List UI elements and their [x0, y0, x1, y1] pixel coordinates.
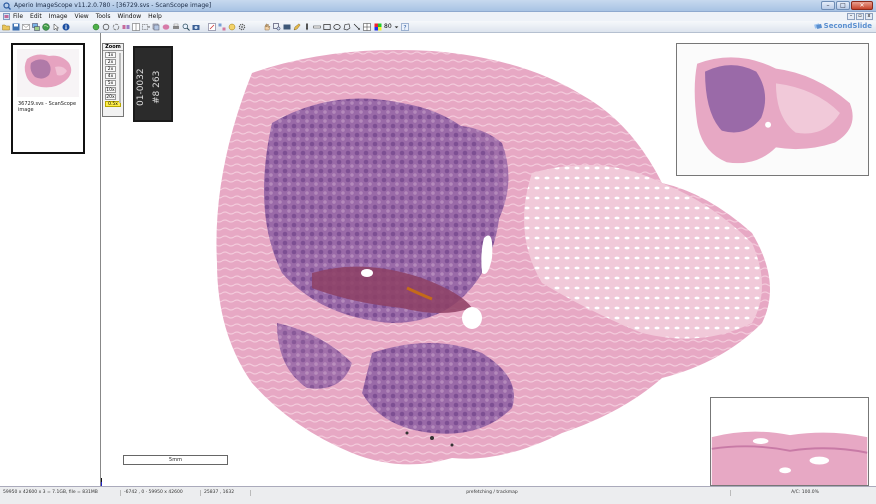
maximize-button[interactable]: □ [836, 1, 850, 10]
layers-icon[interactable] [152, 23, 160, 31]
toolbar: 80 ? SecondSlide [0, 21, 876, 33]
help-icon[interactable]: ? [400, 23, 409, 31]
menu-edit[interactable]: Edit [30, 13, 42, 20]
image-thumbnail-panel: 36729.svs - ScanScope image [0, 33, 101, 486]
open-folder-icon[interactable] [2, 23, 10, 31]
menu-file[interactable]: File [13, 13, 23, 20]
status-coordinates: -6742 , 0 · 59950 x 42600 [120, 490, 200, 496]
info-icon[interactable] [62, 23, 70, 31]
grid-icon[interactable] [363, 23, 371, 31]
doc-minimize-button[interactable]: – [847, 13, 855, 20]
menu-view[interactable]: View [74, 13, 88, 20]
title-bar: Aperio ImageScope v11.2.0.780 - [36729.s… [0, 0, 876, 12]
dropdown-arrow-icon[interactable] [394, 23, 399, 31]
arrow-tool-icon[interactable] [353, 23, 361, 31]
zoom-level-4x[interactable]: 4x [105, 73, 116, 79]
zoom-region-icon[interactable] [273, 23, 281, 31]
overview-navigator[interactable] [676, 43, 869, 176]
slide-thumbnail-image [17, 49, 79, 97]
algorithm-icon[interactable] [218, 23, 226, 31]
zoom-slider-track[interactable] [119, 53, 121, 103]
doc-close-button[interactable]: x [865, 13, 873, 20]
thumbnail-caption: 36729.svs - ScanScope image [18, 101, 77, 113]
zoom-level-1x[interactable]: 1x [105, 52, 116, 58]
magnify-icon[interactable] [182, 23, 190, 31]
zoom-level-2x-a[interactable]: 2x [105, 59, 116, 65]
ruler-icon[interactable] [313, 23, 321, 31]
magnifier-view[interactable] [710, 397, 869, 486]
select-region-icon[interactable] [283, 23, 291, 31]
status-message: prefetching / trackmap [250, 490, 730, 496]
zoom-level-2x-b[interactable]: 2x [105, 66, 116, 72]
pan-hand-icon[interactable] [263, 23, 271, 31]
menu-image[interactable]: Image [49, 13, 68, 20]
pane-split-icon[interactable] [132, 23, 140, 31]
pen-icon[interactable] [293, 23, 301, 31]
menu-tools[interactable]: Tools [96, 13, 111, 20]
brand-label: SecondSlide [823, 22, 872, 30]
imagescope-app-icon [3, 2, 11, 10]
print-icon[interactable] [172, 23, 180, 31]
doc-restore-button[interactable]: ▫ [856, 13, 864, 20]
color-palette-icon[interactable] [374, 23, 382, 31]
sync-icon[interactable] [112, 23, 120, 31]
settings-icon[interactable] [238, 23, 246, 31]
secondslide-brand[interactable]: SecondSlide [813, 22, 872, 30]
status-bar: 59950 x 42600 x 3 = 7.1GB, file = 831MB … [0, 486, 876, 504]
camera-icon[interactable] [192, 23, 200, 31]
zoom-value[interactable]: 80 [384, 23, 392, 31]
slide-compare-icon[interactable] [122, 23, 130, 31]
zoom-panel-title: Zoom [103, 44, 123, 51]
minimize-button[interactable]: – [821, 1, 835, 10]
svg-text:#8 263: #8 263 [152, 71, 162, 104]
menu-bar: File Edit Image View Tools Window Help –… [0, 12, 876, 21]
selection-dropdown-icon[interactable] [142, 23, 150, 31]
analysis-icon[interactable] [228, 23, 236, 31]
scale-bar: 5mm [123, 455, 228, 465]
save-icon[interactable] [12, 23, 20, 31]
annotation-icon[interactable] [208, 23, 216, 31]
image-thumbnail-card[interactable]: 36729.svs - ScanScope image [11, 43, 85, 154]
refresh-icon[interactable] [92, 23, 100, 31]
status-image-info: 59950 x 42600 x 3 = 7.1GB, file = 831MB [3, 490, 98, 495]
document-icon[interactable] [3, 13, 10, 20]
close-button[interactable]: ✕ [851, 1, 873, 10]
menu-help[interactable]: Help [148, 13, 162, 20]
rectangle-tool-icon[interactable] [323, 23, 331, 31]
scale-bar-label: 5mm [169, 457, 182, 463]
slide-viewer[interactable]: Zoom 1x 2x 2x 4x 5x 10x 20x 0.5x 01-0032… [102, 33, 876, 486]
polygon-tool-icon[interactable] [343, 23, 351, 31]
tissue-detect-icon[interactable] [162, 23, 170, 31]
zoom-level-20x[interactable]: 20x [105, 94, 116, 100]
ellipse-tool-icon[interactable] [333, 23, 341, 31]
status-zoom-info: A/C: 100.0% [730, 490, 876, 496]
zoom-panel: Zoom 1x 2x 2x 4x 5x 10x 20x 0.5x [102, 43, 124, 117]
svg-text:01-0032: 01-0032 [136, 68, 146, 106]
zoom-level-10x[interactable]: 10x [105, 87, 116, 93]
rotate-icon[interactable] [102, 23, 110, 31]
secondslide-logo-icon [813, 23, 822, 30]
network-icon[interactable] [32, 23, 40, 31]
globe-icon[interactable] [42, 23, 50, 31]
marker-icon[interactable] [303, 23, 311, 31]
window-title: Aperio ImageScope v11.2.0.780 - [36729.s… [14, 2, 212, 9]
menu-window[interactable]: Window [118, 13, 142, 20]
svg-text:?: ? [403, 24, 406, 31]
cursor-icon[interactable] [52, 23, 60, 31]
slide-label-image: 01-0032 #8 263 [133, 46, 173, 122]
status-cursor-position: 25837 , 1632 [200, 490, 250, 496]
email-icon[interactable] [22, 23, 30, 31]
zoom-level-5x[interactable]: 5x [105, 80, 116, 86]
